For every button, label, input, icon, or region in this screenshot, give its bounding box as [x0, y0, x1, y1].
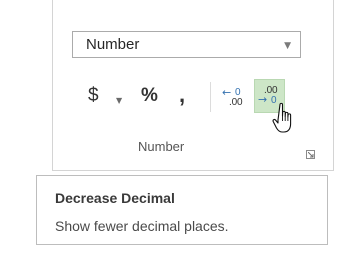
increase-decimal-bottom-text: .00 — [229, 97, 243, 108]
hand-pointer-icon — [272, 102, 298, 141]
decrease-decimal-arrow-icon: → — [258, 93, 268, 106]
dialog-launcher-icon[interactable] — [306, 150, 315, 159]
percent-icon: % — [141, 85, 158, 106]
comma-icon: , — [179, 82, 186, 107]
number-format-value: Number — [86, 36, 140, 53]
chevron-down-icon[interactable]: ▼ — [284, 41, 291, 51]
tooltip-description: Show fewer decimal places. — [55, 218, 229, 234]
separator — [210, 82, 211, 112]
comma-style-button[interactable]: , — [175, 82, 191, 109]
tooltip: Decrease Decimal Show fewer decimal plac… — [36, 175, 328, 245]
dollar-icon: $ — [88, 85, 99, 106]
accounting-dropdown-arrow-icon[interactable]: ▼ — [116, 96, 122, 105]
increase-decimal-button[interactable]: ← 0 .00 — [220, 81, 250, 113]
number-format-dropdown[interactable]: Number ▼ — [72, 31, 301, 58]
accounting-format-button[interactable]: $ — [86, 85, 106, 109]
group-label: Number — [138, 139, 185, 154]
percent-style-button[interactable]: % — [139, 85, 165, 109]
tooltip-title: Decrease Decimal — [55, 190, 175, 206]
